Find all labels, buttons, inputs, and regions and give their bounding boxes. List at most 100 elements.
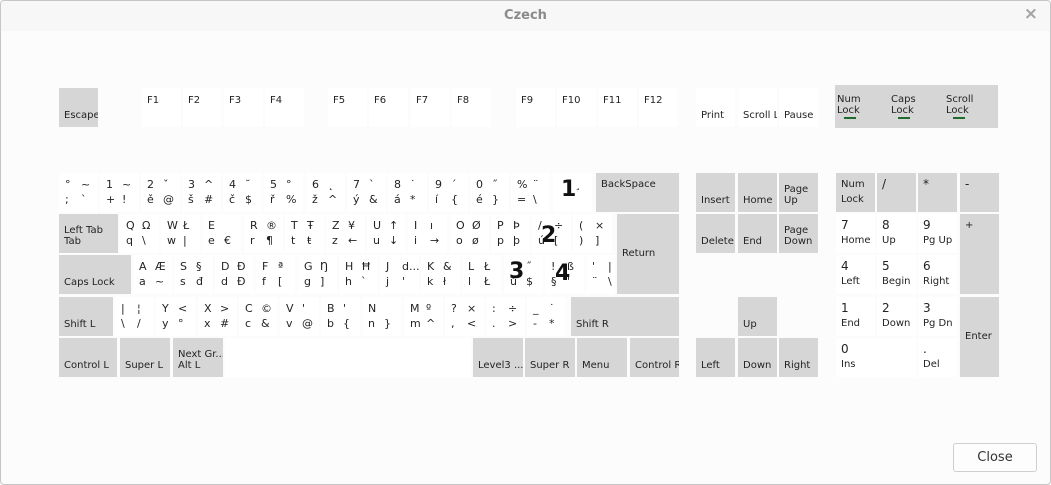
key-caps-lock[interactable]: Caps Lock <box>59 255 131 294</box>
key-comma[interactable]: ? ×, < <box>445 297 484 336</box>
key-scroll-lock[interactable]: Scroll Lock <box>738 88 777 127</box>
key-kp-5[interactable]: 5 Begin <box>877 255 916 294</box>
key-super-r[interactable]: Super R <box>525 338 575 377</box>
key-digit-0[interactable]: 0 ˝ é} <box>470 173 509 212</box>
key-p[interactable]: PÞpþ <box>491 214 530 253</box>
key-kp-0[interactable]: 0 Ins <box>836 338 916 377</box>
key-level3[interactable]: Level3 ... <box>473 338 523 377</box>
key-kp-7[interactable]: 7 Home <box>836 214 875 253</box>
key-y[interactable]: Y < y ° <box>156 297 195 336</box>
key-down[interactable]: Down <box>738 338 777 377</box>
key-f10[interactable]: F10 <box>557 88 596 127</box>
key-end[interactable]: End <box>738 214 777 253</box>
key-digit-1[interactable]: 1 ~ +! <box>100 173 139 212</box>
key-kp-1[interactable]: 1 End <box>836 297 875 336</box>
key-digit-2[interactable]: 2 ˇ ě @ <box>141 173 180 212</box>
key-kp-4[interactable]: 4 Left <box>836 255 875 294</box>
key-d[interactable]: DĐdĐ <box>215 255 254 294</box>
key-grave[interactable]: ° ~; ` <box>59 173 98 212</box>
key-shift-l[interactable]: Shift L <box>59 297 113 336</box>
key-f9[interactable]: F9 <box>516 88 555 127</box>
key-digit-5[interactable]: 5 ° ř% <box>264 173 303 212</box>
key-shift-r[interactable]: Shift R <box>571 297 679 336</box>
key-f4[interactable]: F4 <box>265 88 304 127</box>
key-b[interactable]: B ' b { <box>321 297 360 336</box>
key-return[interactable]: Return <box>617 214 679 294</box>
key-backslash[interactable]: ' | ¨ \ <box>586 255 615 294</box>
key-o[interactable]: OØoø <box>450 214 489 253</box>
key-pause[interactable]: Pause <box>779 88 818 127</box>
key-up[interactable]: Up <box>738 297 777 336</box>
key-kp-9[interactable]: 9 Pg Up <box>918 214 957 253</box>
key-f12[interactable]: F12 <box>639 88 678 127</box>
key-period[interactable]: : ÷. > <box>486 297 525 336</box>
key-escape[interactable]: Escape <box>59 88 98 127</box>
key-bracket-right[interactable]: (×)] <box>573 214 612 253</box>
key-kp-6[interactable]: 6 Right <box>918 255 957 294</box>
key-f8[interactable]: F8 <box>452 88 491 127</box>
key-h[interactable]: H Ħh ` <box>339 255 378 294</box>
key-f[interactable]: Fª f [ <box>256 255 295 294</box>
key-u[interactable]: U ↑ u ↓ <box>367 214 406 253</box>
key-page-up[interactable]: Page Up <box>779 173 818 212</box>
key-s[interactable]: S § s đ <box>174 255 213 294</box>
key-n[interactable]: Nn} <box>362 297 401 336</box>
key-tab[interactable]: Left Tab Tab <box>59 214 118 253</box>
key-digit-9[interactable]: 9 ´ í { <box>429 173 468 212</box>
key-left[interactable]: Left <box>696 338 735 377</box>
key-e[interactable]: Ee € <box>202 214 241 253</box>
key-f11[interactable]: F11 <box>598 88 637 127</box>
key-minus[interactable]: % ¨ = \ <box>511 173 550 212</box>
key-k[interactable]: K & k ł <box>421 255 460 294</box>
key-digit-8[interactable]: 8 ˙ á * <box>388 173 427 212</box>
key-f5[interactable]: F5 <box>328 88 367 127</box>
key-kp-plus[interactable]: + <box>960 214 999 294</box>
key-alt-l[interactable]: Next Gr... Alt L <box>173 338 223 377</box>
key-f1[interactable]: F1 <box>142 88 181 127</box>
key-z[interactable]: Z ¥ z ← <box>326 214 365 253</box>
key-r[interactable]: R ® r ¶ <box>244 214 283 253</box>
key-c[interactable]: C © c & <box>239 297 278 336</box>
key-kp-8[interactable]: 8 Up <box>877 214 916 253</box>
key-g[interactable]: G Ŋg] <box>298 255 337 294</box>
key-f3[interactable]: F3 <box>224 88 263 127</box>
key-menu[interactable]: Menu <box>577 338 627 377</box>
key-digit-7[interactable]: 7 ` ý & <box>347 173 386 212</box>
key-right[interactable]: Right <box>779 338 818 377</box>
key-digit-3[interactable]: 3 ^ š # <box>182 173 221 212</box>
key-f2[interactable]: F2 <box>183 88 222 127</box>
key-f6[interactable]: F6 <box>369 88 408 127</box>
key-j[interactable]: Jd... j ' <box>380 255 419 294</box>
key-v[interactable]: V ' v @ <box>280 297 319 336</box>
key-kp-decimal[interactable]: . Del <box>918 338 957 377</box>
key-m[interactable]: Mº m ^ <box>404 297 443 336</box>
key-num-lock[interactable]: Num Lock <box>836 173 875 212</box>
key-backspace[interactable]: BackSpace <box>596 173 679 212</box>
key-t[interactable]: TŦtŧ <box>285 214 324 253</box>
key-space[interactable] <box>225 338 471 377</box>
key-l[interactable]: LŁlŁ <box>462 255 501 294</box>
key-home[interactable]: Home <box>738 173 777 212</box>
key-kp-multiply[interactable]: * <box>918 173 957 212</box>
key-control-l[interactable]: Control L <box>59 338 117 377</box>
key-kp-3[interactable]: 3 Pg Dn <box>918 297 957 336</box>
key-print[interactable]: Print <box>696 88 735 127</box>
key-page-down[interactable]: Page Down <box>779 214 818 253</box>
key-i[interactable]: Iı i → <box>408 214 447 253</box>
key-kp-enter[interactable]: Enter <box>960 297 999 377</box>
key-insert[interactable]: Insert <box>696 173 735 212</box>
key-kp-minus[interactable]: - <box>960 173 999 212</box>
key-a[interactable]: A Æa ~ <box>133 255 172 294</box>
key-kp-divide[interactable]: / <box>877 173 916 212</box>
key-kp-2[interactable]: 2 Down <box>877 297 916 336</box>
key-super-l[interactable]: Super L <box>120 338 170 377</box>
key-digit-4[interactable]: 4 ˘ č $ <box>223 173 262 212</box>
key-less[interactable]: | ¦ \ / <box>115 297 154 336</box>
key-control-r[interactable]: Control R <box>630 338 679 377</box>
key-slash[interactable]: _ ˙ - * <box>527 297 566 336</box>
key-w[interactable]: W Łw | <box>161 214 200 253</box>
key-x[interactable]: X > x # <box>198 297 237 336</box>
close-button[interactable]: Close <box>953 443 1037 472</box>
key-f7[interactable]: F7 <box>411 88 450 127</box>
key-q[interactable]: Q Ωq \ <box>120 214 159 253</box>
